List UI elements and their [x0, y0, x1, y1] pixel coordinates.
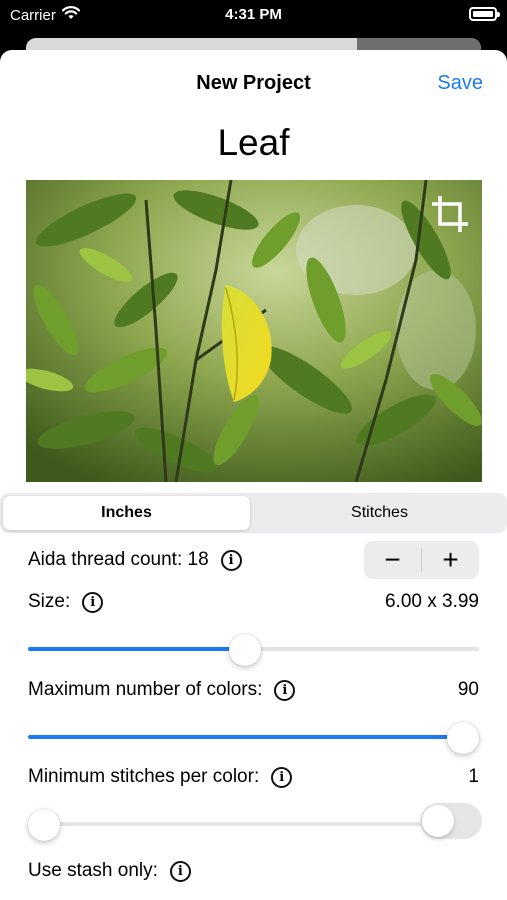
slider-thumb[interactable]	[447, 722, 479, 754]
min-stitches-row: Minimum stitches per color: i 1	[28, 762, 479, 792]
min-stitches-value: 1	[468, 766, 479, 787]
status-bar: Carrier 4:31 PM	[0, 0, 507, 30]
project-photo[interactable]	[26, 180, 482, 482]
aida-label: Aida thread count: 18	[28, 549, 209, 570]
info-icon[interactable]: i	[271, 766, 293, 788]
info-icon[interactable]: i	[169, 860, 191, 882]
max-colors-label: Maximum number of colors:	[28, 679, 263, 700]
leaf-photo-image	[26, 180, 482, 482]
stash-row: Use stash only: i	[28, 856, 479, 886]
max-colors-row: Maximum number of colors: i 90	[28, 675, 479, 705]
info-icon[interactable]: i	[274, 679, 296, 701]
size-value: 6.00 x 3.99	[384, 591, 479, 612]
status-time: 4:31 PM	[225, 6, 282, 23]
min-stitches-slider[interactable]	[28, 809, 479, 841]
segment-stitches[interactable]: Stitches	[255, 496, 504, 530]
size-label: Size:	[28, 591, 71, 612]
max-colors-slider[interactable]	[28, 722, 479, 754]
info-icon[interactable]: i	[82, 591, 104, 613]
crop-icon[interactable]	[430, 194, 470, 234]
decrement-button[interactable]: −	[364, 541, 421, 579]
new-project-sheet: New Project Save Leaf Inches Stitches Ai…	[0, 50, 507, 900]
slider-thumb[interactable]	[28, 809, 60, 841]
slider-fill	[28, 735, 463, 739]
min-stitches-label: Minimum stitches per color:	[28, 766, 260, 787]
info-icon[interactable]: i	[220, 549, 242, 571]
max-colors-value: 90	[457, 679, 479, 700]
segment-inches[interactable]: Inches	[3, 496, 250, 530]
project-name[interactable]: Leaf	[0, 122, 507, 164]
slider-thumb[interactable]	[229, 634, 262, 666]
slider-track	[28, 822, 479, 826]
aida-stepper: − +	[364, 541, 479, 579]
stash-label: Use stash only:	[28, 860, 158, 881]
battery-icon	[469, 7, 500, 21]
toggle-knob	[422, 805, 454, 837]
increment-button[interactable]: +	[422, 541, 479, 579]
stash-toggle[interactable]	[420, 803, 482, 839]
save-button[interactable]: Save	[437, 72, 483, 95]
nav-title: New Project	[196, 72, 311, 94]
units-segmented-control: Inches Stitches	[0, 493, 507, 533]
size-slider[interactable]	[28, 634, 479, 666]
slider-fill	[28, 647, 246, 651]
size-row: Size: i 6.00 x 3.99	[28, 587, 479, 617]
